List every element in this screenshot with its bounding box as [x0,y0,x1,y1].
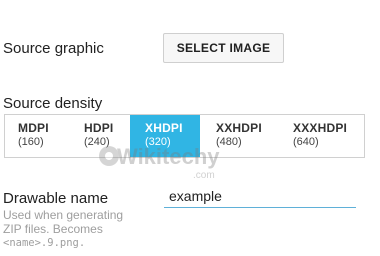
drawable-name-label: Drawable name [3,190,109,207]
density-option-xhdpi[interactable]: XHDPI (320) [130,115,200,157]
density-dpi: (240) [84,136,110,148]
density-toggle-group: MDPI (160) HDPI (240) XHDPI (320) XXHDPI… [4,114,365,158]
density-name: HDPI [84,121,114,135]
density-dpi: (320) [145,136,171,148]
density-name: XXXHDPI [293,121,348,135]
density-option-xxhdpi[interactable]: XXHDPI (480) [200,115,277,157]
density-option-hdpi[interactable]: HDPI (240) [69,115,130,157]
drawable-name-input[interactable] [164,184,356,208]
density-option-mdpi[interactable]: MDPI (160) [5,115,69,157]
density-dpi: (160) [18,136,44,148]
watermark-subtext: .com [193,170,215,181]
density-name: XXHDPI [216,121,262,135]
drawable-help-code: <name>.9.png. [3,237,86,249]
page: Source graphic SELECT IMAGE Source densi… [0,0,380,256]
source-graphic-label: Source graphic [3,40,104,57]
density-name: XHDPI [145,121,183,135]
density-option-xxxhdpi[interactable]: XXXHDPI (640) [277,115,364,157]
density-dpi: (640) [293,136,319,148]
source-density-label: Source density [3,95,103,112]
select-image-button[interactable]: SELECT IMAGE [163,33,284,63]
drawable-name-help: Used when generating ZIP files. Becomes … [3,208,143,251]
drawable-help-text: Used when generating ZIP files. Becomes [3,208,124,236]
density-dpi: (480) [216,136,242,148]
density-name: MDPI [18,121,49,135]
